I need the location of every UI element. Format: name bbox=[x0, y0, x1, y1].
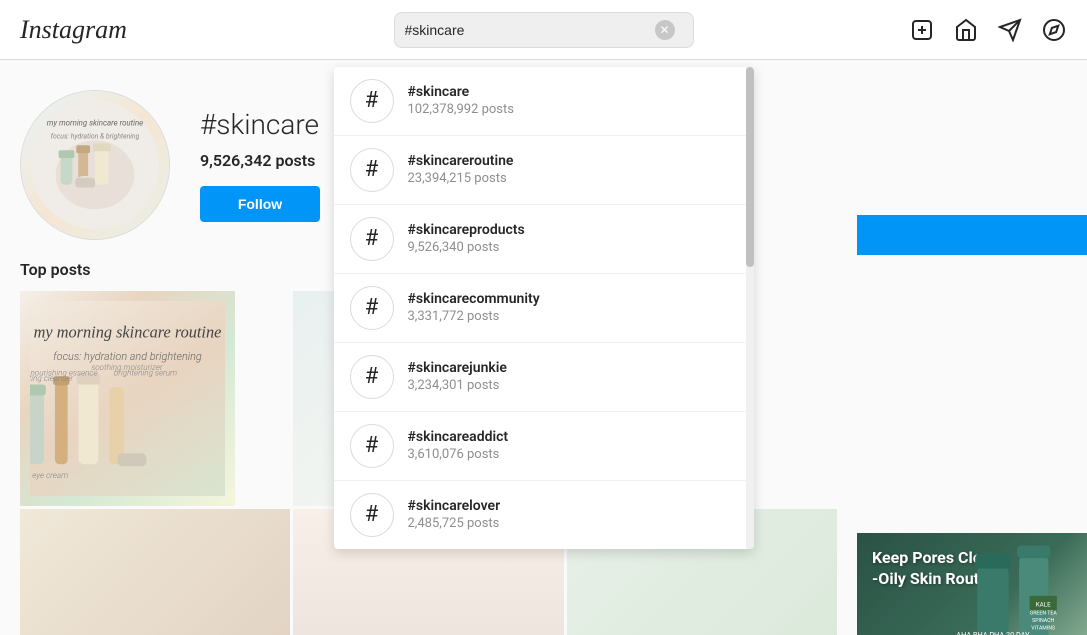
hash-icon-0: # bbox=[350, 79, 394, 123]
right-follow-btn[interactable] bbox=[857, 215, 1087, 255]
dropdown-item-2[interactable]: # #skincareproducts 9,526,340 posts bbox=[334, 205, 754, 274]
svg-text:VITAMINS: VITAMINS bbox=[1031, 625, 1055, 631]
hash-icon-5: # bbox=[350, 424, 394, 468]
hashtag-avatar: my morning skincare routine focus: hydra… bbox=[20, 90, 170, 240]
svg-text:GREEN TEA: GREEN TEA bbox=[1030, 611, 1058, 617]
svg-text:my morning skincare routine: my morning skincare routine bbox=[47, 119, 143, 128]
dropdown-item-text-6: #skincarelover 2,485,725 posts bbox=[408, 498, 738, 531]
svg-text:KALE: KALE bbox=[1036, 600, 1051, 608]
svg-text:moisturizing eye cream: moisturizing eye cream bbox=[30, 470, 68, 480]
svg-text:SPINACH: SPINACH bbox=[1032, 618, 1054, 624]
search-container: ✕ # #skincare 102,378,992 posts # #skinc… bbox=[200, 12, 887, 48]
dropdown-item-1[interactable]: # #skincareroutine 23,394,215 posts bbox=[334, 136, 754, 205]
dropdown-tag-4: #skincarejunkie bbox=[408, 360, 738, 376]
search-clear-button[interactable]: ✕ bbox=[655, 20, 675, 40]
dropdown-item-text-2: #skincareproducts 9,526,340 posts bbox=[408, 222, 738, 255]
dropdown-tag-5: #skincareaddict bbox=[408, 429, 738, 445]
scrollbar-thumb[interactable] bbox=[746, 67, 754, 267]
post-thumb-1[interactable]: my morning skincare routine focus: hydra… bbox=[20, 291, 235, 506]
dropdown-item-4[interactable]: # #skincarejunkie 3,234,301 posts bbox=[334, 343, 754, 412]
dropdown-count-3: 3,331,772 posts bbox=[408, 309, 738, 324]
right-post-thumb[interactable]: Keep Pores Cle...-Oily Skin Rout... AHA … bbox=[857, 533, 1087, 635]
svg-text:my morning skincare routine: my morning skincare routine bbox=[34, 322, 222, 341]
hash-icon-3: # bbox=[350, 286, 394, 330]
svg-text:nourishing essence: nourishing essence bbox=[30, 367, 97, 377]
compass-icon[interactable] bbox=[1041, 17, 1067, 43]
dropdown-count-2: 9,526,340 posts bbox=[408, 240, 738, 255]
dropdown-item-6[interactable]: # #skincarelover 2,485,725 posts bbox=[334, 481, 754, 549]
svg-text:focus: hydration and brighteni: focus: hydration and brightening bbox=[53, 350, 202, 363]
dropdown-item-0[interactable]: # #skincare 102,378,992 posts bbox=[334, 67, 754, 136]
search-input[interactable] bbox=[405, 22, 655, 38]
dropdown-tag-0: #skincare bbox=[408, 84, 738, 100]
post-thumb-3[interactable] bbox=[20, 509, 290, 635]
svg-text:soothing moisturizer: soothing moisturizer bbox=[91, 362, 163, 372]
dropdown-count-0: 102,378,992 posts bbox=[408, 102, 738, 117]
hash-icon-1: # bbox=[350, 148, 394, 192]
nav-icons bbox=[887, 17, 1067, 43]
search-bar[interactable]: ✕ bbox=[394, 12, 694, 48]
scrollbar-track[interactable] bbox=[746, 67, 754, 549]
dropdown-tag-6: #skincarelover bbox=[408, 498, 738, 514]
dropdown-item-text-3: #skincarecommunity 3,331,772 posts bbox=[408, 291, 738, 324]
dropdown-count-1: 23,394,215 posts bbox=[408, 171, 738, 186]
dropdown-item-text-4: #skincarejunkie 3,234,301 posts bbox=[408, 360, 738, 393]
dropdown-tag-3: #skincarecommunity bbox=[408, 291, 738, 307]
follow-button[interactable]: Follow bbox=[200, 186, 320, 222]
svg-text:AHA BHA PHA 30 DAY: AHA BHA PHA 30 DAY bbox=[956, 631, 1030, 635]
dropdown-item-text-5: #skincareaddict 3,610,076 posts bbox=[408, 429, 738, 462]
right-panel: Keep Pores Cle...-Oily Skin Rout... AHA … bbox=[857, 215, 1087, 635]
hash-icon-4: # bbox=[350, 355, 394, 399]
dropdown-item-3[interactable]: # #skincarecommunity 3,331,772 posts bbox=[334, 274, 754, 343]
svg-text:focus: hydration & brightening: focus: hydration & brightening bbox=[51, 132, 140, 140]
search-dropdown: # #skincare 102,378,992 posts # #skincar… bbox=[334, 67, 754, 549]
dropdown-count-5: 3,610,076 posts bbox=[408, 447, 738, 462]
home-icon[interactable] bbox=[953, 17, 979, 43]
hashtag-avatar-image: my morning skincare routine focus: hydra… bbox=[21, 91, 169, 239]
add-post-icon[interactable] bbox=[909, 17, 935, 43]
hash-icon-2: # bbox=[350, 217, 394, 261]
dropdown-item-text-1: #skincareroutine 23,394,215 posts bbox=[408, 153, 738, 186]
instagram-logo: Instagram bbox=[20, 15, 200, 45]
dropdown-count-4: 3,234,301 posts bbox=[408, 378, 738, 393]
send-icon[interactable] bbox=[997, 17, 1023, 43]
header: Instagram ✕ # #skincare 102,378,992 post… bbox=[0, 0, 1087, 60]
hash-icon-6: # bbox=[350, 493, 394, 537]
dropdown-tag-1: #skincareroutine bbox=[408, 153, 738, 169]
dropdown-tag-2: #skincareproducts bbox=[408, 222, 738, 238]
dropdown-item-5[interactable]: # #skincareaddict 3,610,076 posts bbox=[334, 412, 754, 481]
dropdown-count-6: 2,485,725 posts bbox=[408, 516, 738, 531]
dropdown-item-text-0: #skincare 102,378,992 posts bbox=[408, 84, 738, 117]
